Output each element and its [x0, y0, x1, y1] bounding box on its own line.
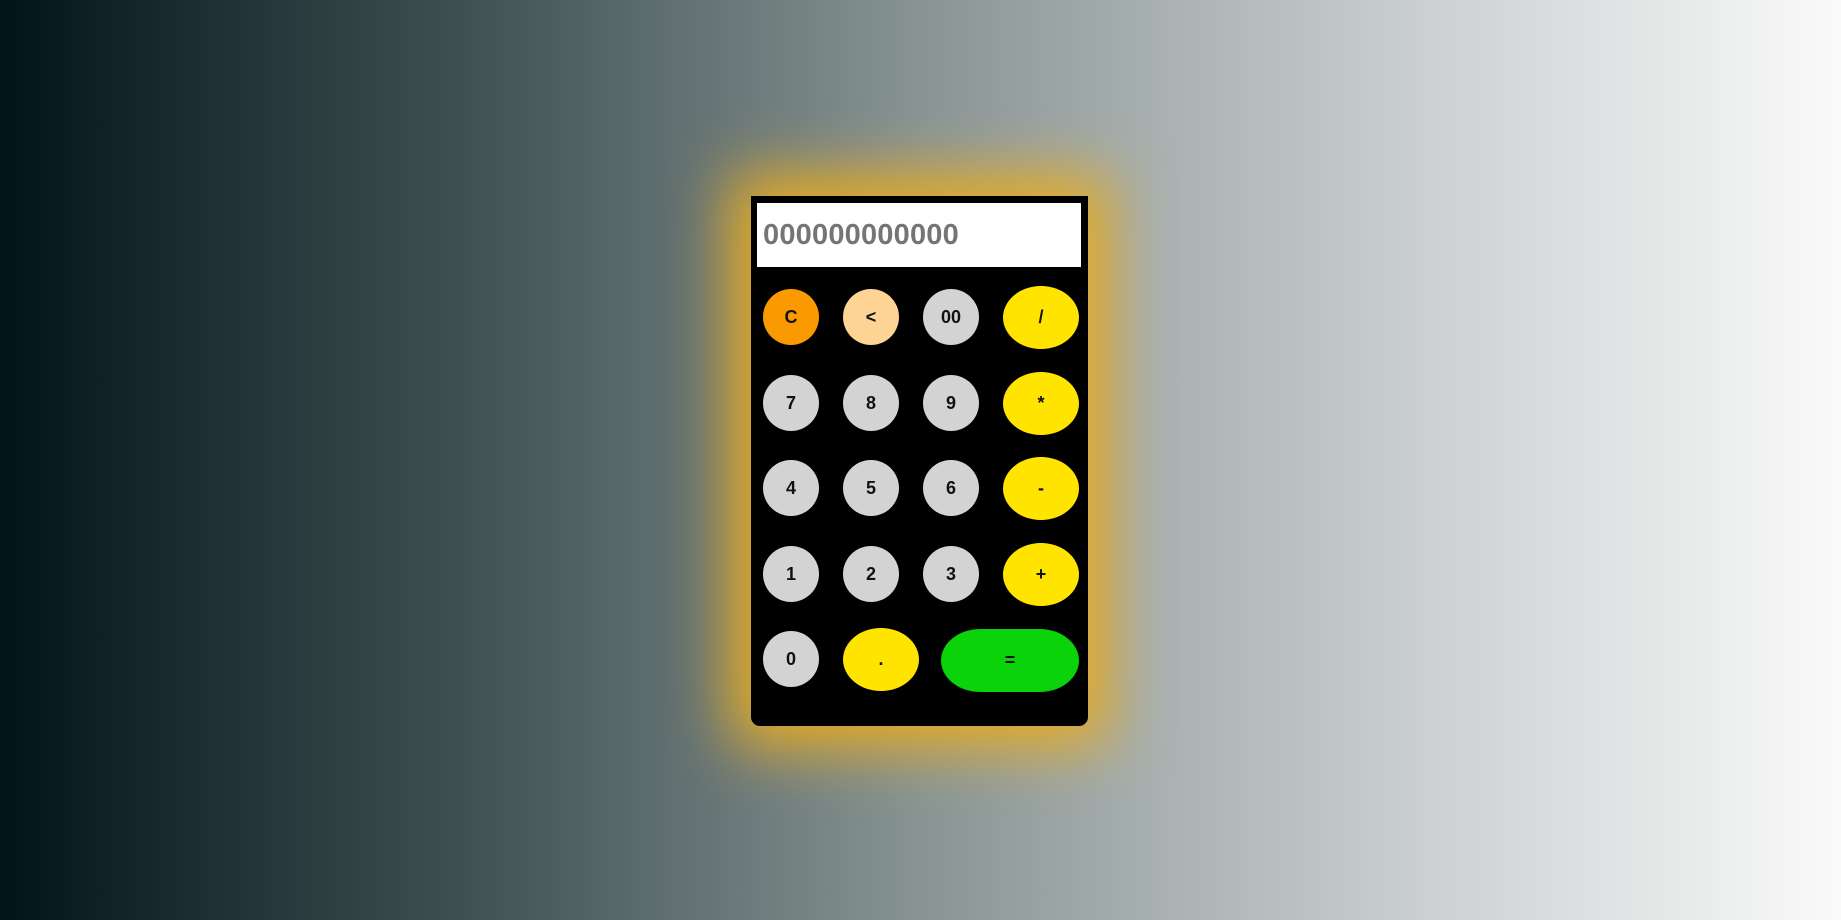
clear-button[interactable]: C [763, 289, 819, 345]
digit-6-button[interactable]: 6 [923, 460, 979, 516]
double-zero-button[interactable]: 00 [923, 289, 979, 345]
digit-1-button[interactable]: 1 [763, 546, 819, 602]
subtract-button[interactable]: - [1003, 457, 1079, 520]
display-input[interactable] [757, 203, 1081, 267]
digit-0-button[interactable]: 0 [763, 631, 819, 687]
digit-5-button[interactable]: 5 [843, 460, 899, 516]
digit-9-button[interactable]: 9 [923, 375, 979, 431]
equals-button[interactable]: = [941, 629, 1079, 692]
decimal-button[interactable]: . [843, 628, 919, 691]
backspace-button[interactable]: < [843, 289, 899, 345]
multiply-button[interactable]: * [1003, 372, 1079, 435]
divide-button[interactable]: / [1003, 286, 1079, 349]
digit-8-button[interactable]: 8 [843, 375, 899, 431]
digit-4-button[interactable]: 4 [763, 460, 819, 516]
digit-2-button[interactable]: 2 [843, 546, 899, 602]
calculator: C < 00 / 7 8 9 * 4 5 6 - 1 2 3 + 0 . = [751, 196, 1088, 726]
digit-7-button[interactable]: 7 [763, 375, 819, 431]
add-button[interactable]: + [1003, 543, 1079, 606]
digit-3-button[interactable]: 3 [923, 546, 979, 602]
